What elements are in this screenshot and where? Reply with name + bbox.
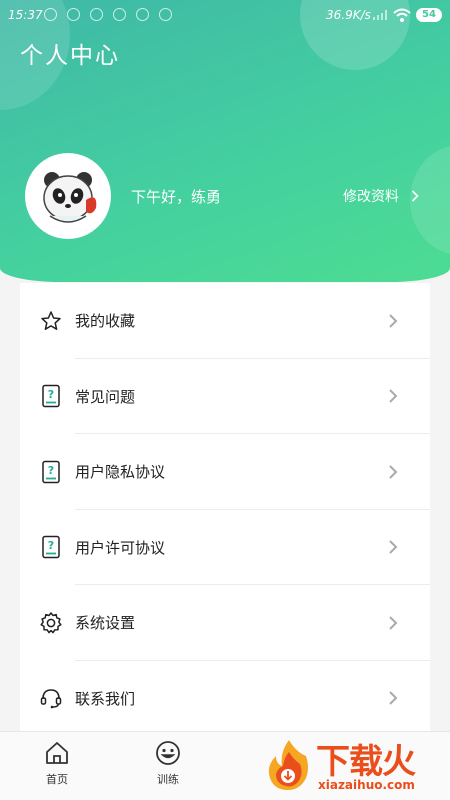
svg-text:?: ? [48,388,54,401]
watermark-url: xiazaihuo.com [318,778,415,792]
tab-label: 首页 [46,773,68,786]
menu-item-label: 用户隐私协议 [75,463,166,482]
flame-logo-icon [268,740,308,790]
svg-text:?: ? [48,539,54,552]
panda-avatar-icon [43,172,97,223]
network-speed: 36.9K/s [326,8,371,22]
notification-icon [113,8,126,21]
notification-icons [44,8,172,21]
status-time: 15:37 [8,8,43,22]
menu-item-label: 常见问题 [75,387,136,406]
question-doc-icon: ? [39,460,63,484]
edit-profile-button[interactable]: 修改资料 [343,186,419,206]
menu-item-label: 我的收藏 [75,312,136,331]
home-icon [46,742,68,764]
menu-item-label: 系统设置 [75,614,136,633]
question-doc-icon: ? [39,384,63,408]
tab-label: 训练 [157,773,179,786]
chevron-right-icon [411,190,419,202]
notification-icon [67,8,80,21]
question-doc-icon: ? [39,535,63,559]
chevron-right-icon [389,389,398,403]
menu-list: 我的收藏 ? 常见问题 ? 用户隐私协议 ? 用户许可协议 系统设置 联系我们 [20,283,430,733]
wifi-icon [393,8,411,22]
notification-icon [136,8,149,21]
menu-item-contact-us[interactable]: 联系我们 [20,661,430,734]
menu-item-label: 联系我们 [75,689,136,708]
edit-profile-label: 修改资料 [343,189,399,205]
chevron-right-icon [389,314,398,328]
menu-item-privacy-policy[interactable]: ? 用户隐私协议 [20,434,430,510]
page-title: 个人中心 [20,43,120,69]
headset-icon [39,686,63,710]
tab-training[interactable]: 训练 [138,740,198,787]
gear-icon [39,611,63,635]
notification-icon [44,8,57,21]
notification-icon [90,8,103,21]
menu-item-favorites[interactable]: 我的收藏 [20,283,430,359]
avatar[interactable] [25,153,111,239]
chevron-right-icon [389,691,398,705]
smiley-icon [156,741,180,765]
header-banner: 15:37 36.9K/s 54 个人中心 下午好，练勇 修改资料 [0,0,450,282]
status-bar: 15:37 36.9K/s 54 [0,0,450,30]
battery-indicator: 54 [416,8,442,22]
notification-icon [159,8,172,21]
chevron-right-icon [389,540,398,554]
chevron-right-icon [389,465,398,479]
menu-item-faq[interactable]: ? 常见问题 [20,359,430,435]
watermark-logo: 下载火 xiazaihuo.com [266,736,446,796]
tab-home[interactable]: 首页 [27,740,87,787]
menu-item-label: 用户许可协议 [75,538,166,557]
watermark-text: 下载火 [316,742,416,782]
menu-item-license-agreement[interactable]: ? 用户许可协议 [20,510,430,586]
greeting-text: 下午好，练勇 [131,188,222,206]
signal-icon [373,10,387,20]
chevron-right-icon [389,616,398,630]
star-icon [39,309,63,333]
svg-text:?: ? [48,464,54,477]
menu-item-settings[interactable]: 系统设置 [20,585,430,661]
